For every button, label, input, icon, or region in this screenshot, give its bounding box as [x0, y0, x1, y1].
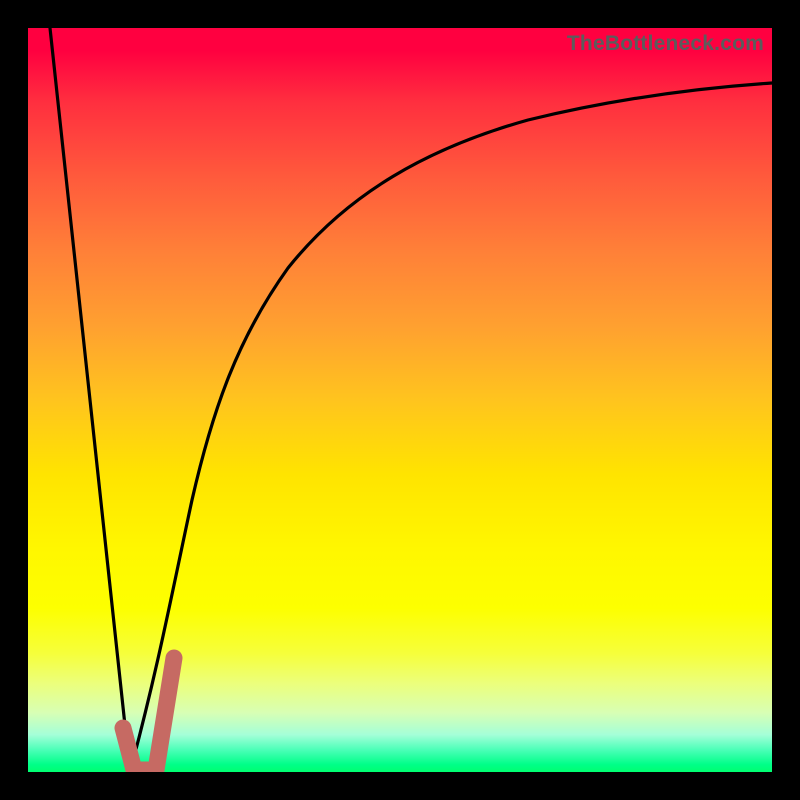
bottleneck-marker	[123, 658, 174, 770]
attribution-watermark: TheBottleneck.com	[567, 32, 764, 56]
chart-frame: TheBottleneck.com	[0, 0, 800, 800]
left-branch-curve	[50, 28, 130, 772]
chart-svg	[28, 28, 772, 772]
right-branch-curve	[130, 83, 772, 772]
chart-gradient-area: TheBottleneck.com	[28, 28, 772, 772]
